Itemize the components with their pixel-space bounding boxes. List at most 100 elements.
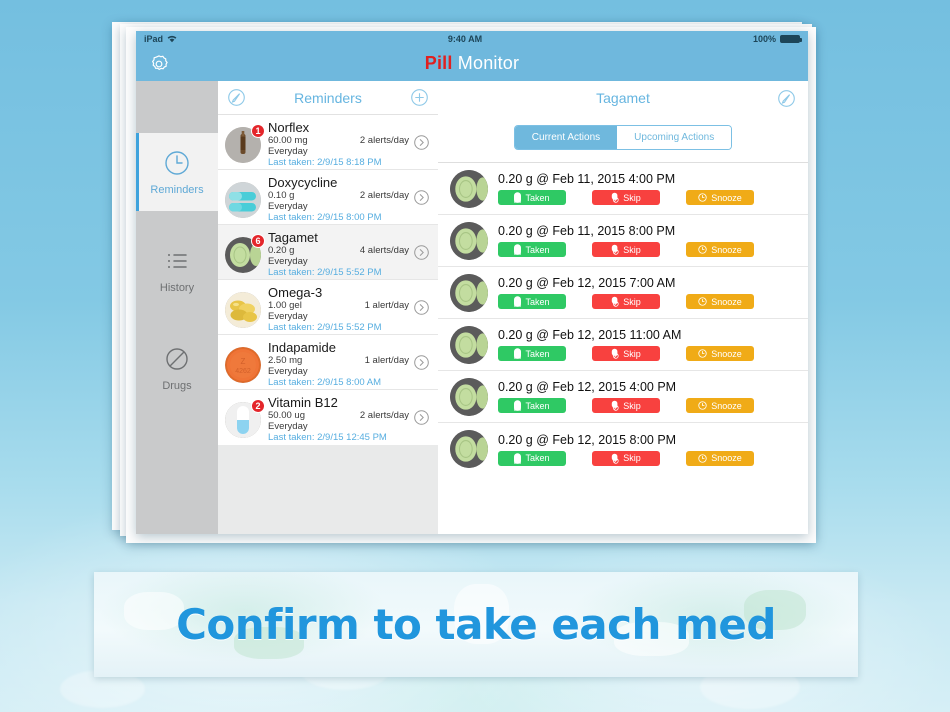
taken-button[interactable]: Taken bbox=[498, 190, 566, 205]
edit-pencil-circle-icon[interactable] bbox=[777, 89, 796, 108]
list-item-body: Indapamide 2.50 mg 1 alert/day Everyday … bbox=[268, 340, 409, 388]
segmented-control-wrap: Current Actions Upcoming Actions bbox=[438, 115, 808, 162]
drug-frequency: Everyday bbox=[268, 366, 308, 377]
caption-banner: Confirm to take each med bbox=[94, 572, 858, 677]
green-tablet-thumb: 6 bbox=[225, 234, 265, 273]
chevron-right-circle-icon[interactable] bbox=[413, 299, 430, 316]
snooze-button[interactable]: Snooze bbox=[686, 190, 754, 205]
skip-button[interactable]: Skip bbox=[592, 450, 660, 466]
actions-list: 0.20 g @ Feb 11, 2015 4:00 PM Taken Skip bbox=[438, 162, 808, 475]
sidebar-item-reminders[interactable]: Reminders bbox=[136, 133, 218, 211]
taken-button[interactable]: Taken bbox=[498, 346, 566, 361]
segmented-control: Current Actions Upcoming Actions bbox=[513, 125, 733, 150]
drug-last-taken: Last taken: 2/9/15 12:45 PM bbox=[268, 432, 387, 443]
drug-dose: 0.10 g bbox=[268, 190, 295, 201]
blue-white-capsule-thumb: 2 bbox=[225, 399, 265, 438]
drug-last-taken: Last taken: 2/9/15 8:18 PM bbox=[268, 157, 382, 168]
taken-button[interactable]: Taken bbox=[498, 450, 566, 466]
clock-icon bbox=[698, 193, 707, 202]
drug-frequency: Everyday bbox=[268, 201, 308, 212]
table-row[interactable]: 0.20 g @ Feb 12, 2015 8:00 PM Taken Skip bbox=[438, 423, 808, 475]
skip-button-label: Skip bbox=[623, 244, 641, 255]
app-title-accent2: ill bbox=[436, 53, 453, 73]
pill-icon bbox=[514, 348, 522, 359]
app-title-accent: P bbox=[424, 53, 437, 73]
sidebar-item-drugs[interactable]: Drugs bbox=[136, 329, 218, 407]
action-buttons: Taken Skip Snooze bbox=[498, 450, 798, 466]
list-item-body: Norflex 60.00 mg 2 alerts/day Everyday L… bbox=[268, 120, 409, 168]
edit-pencil-circle-icon[interactable] bbox=[227, 88, 246, 107]
clock-icon bbox=[698, 245, 707, 254]
skip-button[interactable]: Skip bbox=[592, 398, 660, 413]
status-badge: 1 bbox=[251, 124, 265, 138]
skip-button[interactable]: Skip bbox=[592, 346, 660, 361]
drug-dose: 2.50 mg bbox=[268, 355, 303, 366]
drug-name: Indapamide bbox=[268, 340, 336, 355]
list-item[interactable]: Doxycycline 0.10 g 2 alerts/day Everyday… bbox=[218, 170, 438, 225]
skip-button[interactable]: Skip bbox=[592, 190, 660, 205]
drug-last-taken: Last taken: 2/9/15 5:52 PM bbox=[268, 322, 382, 333]
drug-alerts: 1 alert/day bbox=[364, 355, 409, 366]
status-device-label: iPad bbox=[144, 33, 164, 44]
chevron-right-circle-icon[interactable] bbox=[413, 244, 430, 261]
list-item[interactable]: 1 Norflex 60.00 mg 2 alerts/day Everyday… bbox=[218, 115, 438, 170]
blue-capsules-thumb bbox=[225, 182, 261, 218]
pill-slash-icon bbox=[612, 348, 619, 359]
status-time: 9:40 AM bbox=[447, 33, 483, 44]
skip-button[interactable]: Skip bbox=[592, 242, 660, 257]
snooze-button-label: Snooze bbox=[711, 453, 742, 463]
clock-icon bbox=[698, 297, 707, 306]
drug-dose: 60.00 mg bbox=[268, 135, 308, 146]
clock-icon bbox=[698, 453, 707, 463]
app-screenshot: iPad 9:40 AM 100% Pill Monitor Reminders… bbox=[136, 31, 808, 534]
list-item-body: Vitamin B12 50.00 ug 2 alerts/day Everyd… bbox=[268, 395, 409, 443]
chevron-right-circle-icon[interactable] bbox=[413, 134, 430, 151]
list-item-body: Tagamet 0.20 g 4 alerts/day Everyday Las… bbox=[268, 230, 409, 278]
drug-last-taken: Last taken: 2/9/15 5:52 PM bbox=[268, 267, 382, 278]
list-item[interactable]: Omega-3 1.00 gel 1 alert/day Everyday La… bbox=[218, 280, 438, 335]
table-row[interactable]: 0.20 g @ Feb 12, 2015 11:00 AM Taken Ski… bbox=[438, 319, 808, 371]
app-title: Pill Monitor bbox=[136, 53, 808, 74]
drug-frequency: Everyday bbox=[268, 256, 308, 267]
chevron-right-circle-icon[interactable] bbox=[413, 354, 430, 371]
action-body: 0.20 g @ Feb 11, 2015 4:00 PM Taken Skip bbox=[498, 172, 798, 205]
sidebar-item-history[interactable]: History bbox=[136, 231, 218, 309]
snooze-button[interactable]: Snooze bbox=[686, 242, 754, 257]
snooze-button[interactable]: Snooze bbox=[686, 450, 754, 466]
chevron-right-circle-icon[interactable] bbox=[413, 189, 430, 206]
drug-last-taken: Last taken: 2/9/15 8:00 AM bbox=[268, 377, 382, 388]
list-icon bbox=[162, 246, 192, 276]
tab-current-actions[interactable]: Current Actions bbox=[514, 126, 618, 149]
tab-upcoming-actions[interactable]: Upcoming Actions bbox=[617, 126, 732, 149]
list-item[interactable]: Z 4262 Indapamide 2.50 mg 1 alert/day Ev… bbox=[218, 335, 438, 390]
green-tablet-thumb bbox=[450, 377, 488, 416]
green-tablet-thumb bbox=[450, 221, 488, 260]
chevron-right-circle-icon[interactable] bbox=[413, 409, 430, 426]
pill-icon bbox=[514, 400, 522, 411]
drug-name: Tagamet bbox=[268, 230, 318, 245]
taken-button[interactable]: Taken bbox=[498, 398, 566, 413]
taken-button-label: Taken bbox=[525, 192, 550, 203]
skip-button[interactable]: Skip bbox=[592, 294, 660, 309]
drug-name: Doxycycline bbox=[268, 175, 338, 190]
sidebar-item-label: Reminders bbox=[150, 184, 204, 196]
snooze-button[interactable]: Snooze bbox=[686, 294, 754, 309]
green-tablet-thumb bbox=[450, 169, 488, 208]
plus-circle-icon[interactable] bbox=[410, 88, 429, 107]
drug-alerts: 2 alerts/day bbox=[359, 410, 409, 421]
table-row[interactable]: 0.20 g @ Feb 12, 2015 7:00 AM Taken Skip bbox=[438, 267, 808, 319]
table-row[interactable]: 0.20 g @ Feb 11, 2015 4:00 PM Taken Skip bbox=[438, 163, 808, 215]
table-row[interactable]: 0.20 g @ Feb 11, 2015 8:00 PM Taken Skip bbox=[438, 215, 808, 267]
list-item[interactable]: 6 Tagamet 0.20 g 4 alerts/day Everyday L… bbox=[218, 225, 438, 280]
snooze-button[interactable]: Snooze bbox=[686, 346, 754, 361]
skip-button-label: Skip bbox=[623, 192, 641, 203]
table-row[interactable]: 0.20 g @ Feb 12, 2015 4:00 PM Taken Skip bbox=[438, 371, 808, 423]
pill-slash-icon bbox=[612, 296, 619, 307]
snooze-button[interactable]: Snooze bbox=[686, 398, 754, 413]
snooze-button-label: Snooze bbox=[711, 192, 742, 203]
taken-button[interactable]: Taken bbox=[498, 242, 566, 257]
reminders-header: Reminders bbox=[218, 81, 438, 115]
taken-button[interactable]: Taken bbox=[498, 294, 566, 309]
list-item[interactable]: 2 Vitamin B12 50.00 ug 2 alerts/day Ever… bbox=[218, 390, 438, 445]
